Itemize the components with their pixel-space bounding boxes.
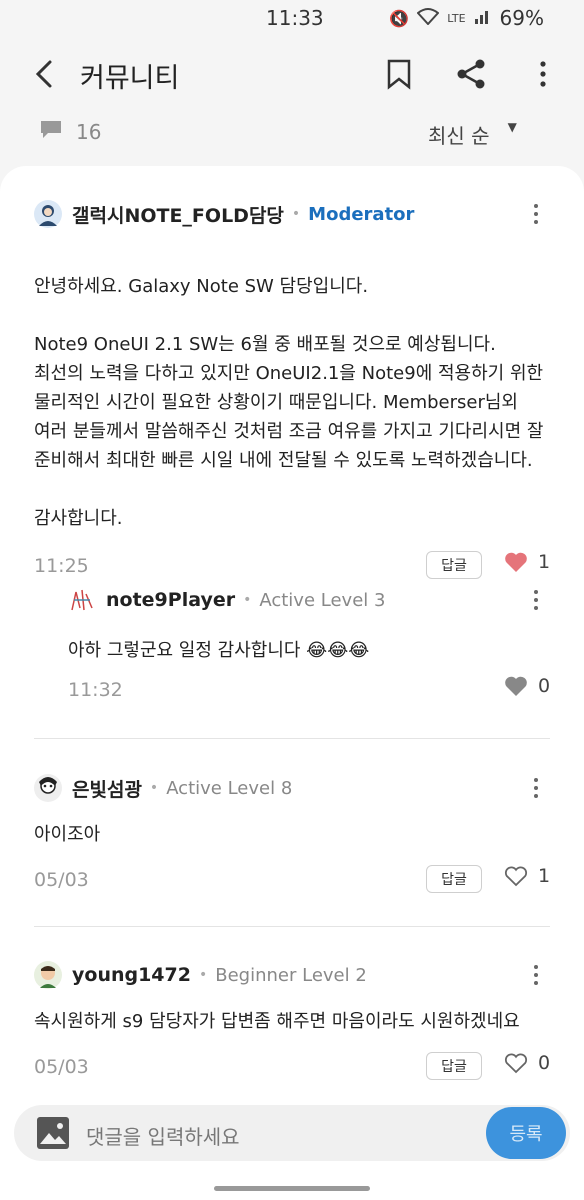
like-count: 0 [538,1052,551,1074]
heart-filled-icon [505,676,527,696]
like-button[interactable]: 1 [504,865,550,887]
dropdown-caret-icon: ▼ [507,120,517,134]
comment-meta: 05/03 답글 1 [34,861,554,901]
divider [34,926,550,927]
post-greeting: 안녕하세요. Galaxy Note SW 담당입니다. [34,276,369,297]
reply-button[interactable]: 답글 [426,865,482,893]
author-level: Beginner Level 2 [215,964,367,986]
author-row: 은빛섬광 • Active Level 8 [34,768,554,808]
comment: young1472 • Beginner Level 2 속시원하게 s9 담당… [34,955,554,1088]
status-icons: 🔇 LTE 69% [389,6,544,30]
like-count: 1 [538,551,551,573]
heart-filled-icon [505,552,527,572]
reply-more-icon[interactable] [526,586,546,614]
comment: 은빛섬광 • Active Level 8 아이조아 05/03 답글 1 [34,768,554,901]
like-button[interactable]: 0 [504,1052,550,1074]
heart-outline-icon [504,866,528,887]
comment-input[interactable]: 댓글을 입력하세요 [86,1121,240,1150]
post-body: Note9 OneUI 2.1 SW는 6월 중 배포될 것으로 예상됩니다. … [34,334,544,471]
image-attach-icon[interactable] [36,1116,70,1150]
home-indicator [214,1186,370,1191]
divider [34,738,550,739]
reply-button[interactable]: 답글 [426,551,482,579]
like-button[interactable]: 1 [504,551,550,573]
author-level: Moderator [308,203,415,225]
page-title: 커뮤니티 [80,63,180,94]
back-icon[interactable] [30,56,62,92]
app-bar: 커뮤니티 [0,44,584,108]
battery-level: 69% [499,6,544,30]
author-name[interactable]: note9Player [106,589,235,611]
comment-composer: 댓글을 입력하세요 등록 [14,1105,570,1161]
like-count: 0 [538,675,551,697]
author-name[interactable]: young1472 [72,964,191,986]
comment-count-value: 16 [76,120,102,144]
status-bar: 11:33 🔇 LTE 69% [0,0,584,36]
share-icon[interactable] [454,56,488,92]
wifi-icon [416,7,440,29]
sort-bar: 16 최신 순 ▼ [0,118,584,154]
comment-date: 05/03 [34,869,89,891]
avatar[interactable] [34,774,62,802]
status-time: 11:33 [266,6,324,30]
author-row: young1472 • Beginner Level 2 [34,955,554,995]
like-count: 1 [538,865,551,887]
more-menu-icon[interactable] [526,56,560,92]
sort-dropdown[interactable]: 최신 순 ▼ [428,120,517,149]
comment-icon [40,120,62,145]
avatar[interactable] [68,586,96,614]
heart-outline-icon [504,1053,528,1074]
author-name[interactable]: 은빛섬광 [72,775,142,802]
mute-icon: 🔇 [389,8,410,28]
author-row: note9Player • Active Level 3 [68,580,554,620]
submit-button[interactable]: 등록 [486,1107,566,1159]
author-level: Active Level 8 [166,777,293,799]
comment-count: 16 [40,120,101,145]
comment-meta: 05/03 답글 0 [34,1048,554,1088]
bookmark-icon[interactable] [382,56,416,92]
reply-time: 11:32 [68,679,123,701]
moderator-post: 갤럭시NOTE_FOLD담당 • Moderator 안녕하세요. Galaxy… [34,194,554,587]
like-button[interactable]: 0 [504,675,550,697]
avatar[interactable] [34,200,62,228]
sort-label: 최신 순 [428,124,490,148]
reply-meta: 11:32 0 [68,671,554,711]
post-time: 11:25 [34,555,89,577]
author-level: Active Level 3 [259,589,386,611]
avatar[interactable] [34,961,62,989]
header-actions [382,56,560,92]
comment-text: 아이조아 [34,824,101,845]
author-name[interactable]: 갤럭시NOTE_FOLD담당 [72,201,284,228]
reply-text: 아하 그렇군요 일정 감사합니다 😂😂😂 [68,640,370,661]
reply-button[interactable]: 답글 [426,1052,482,1080]
comment-more-icon[interactable] [526,774,546,802]
reply-comment: note9Player • Active Level 3 아하 그렇군요 일정 … [68,580,554,711]
post-closing: 감사합니다. [34,508,123,529]
comment-more-icon[interactable] [526,961,546,989]
comment-date: 05/03 [34,1056,89,1078]
comment-text: 속시원하게 s9 담당자가 답변좀 해주면 마음이라도 시원하겠네요 [34,1011,520,1032]
post-more-icon[interactable] [526,200,546,228]
signal-icon [474,7,492,29]
network-type: LTE [447,11,466,25]
author-row: 갤럭시NOTE_FOLD담당 • Moderator [34,194,554,234]
